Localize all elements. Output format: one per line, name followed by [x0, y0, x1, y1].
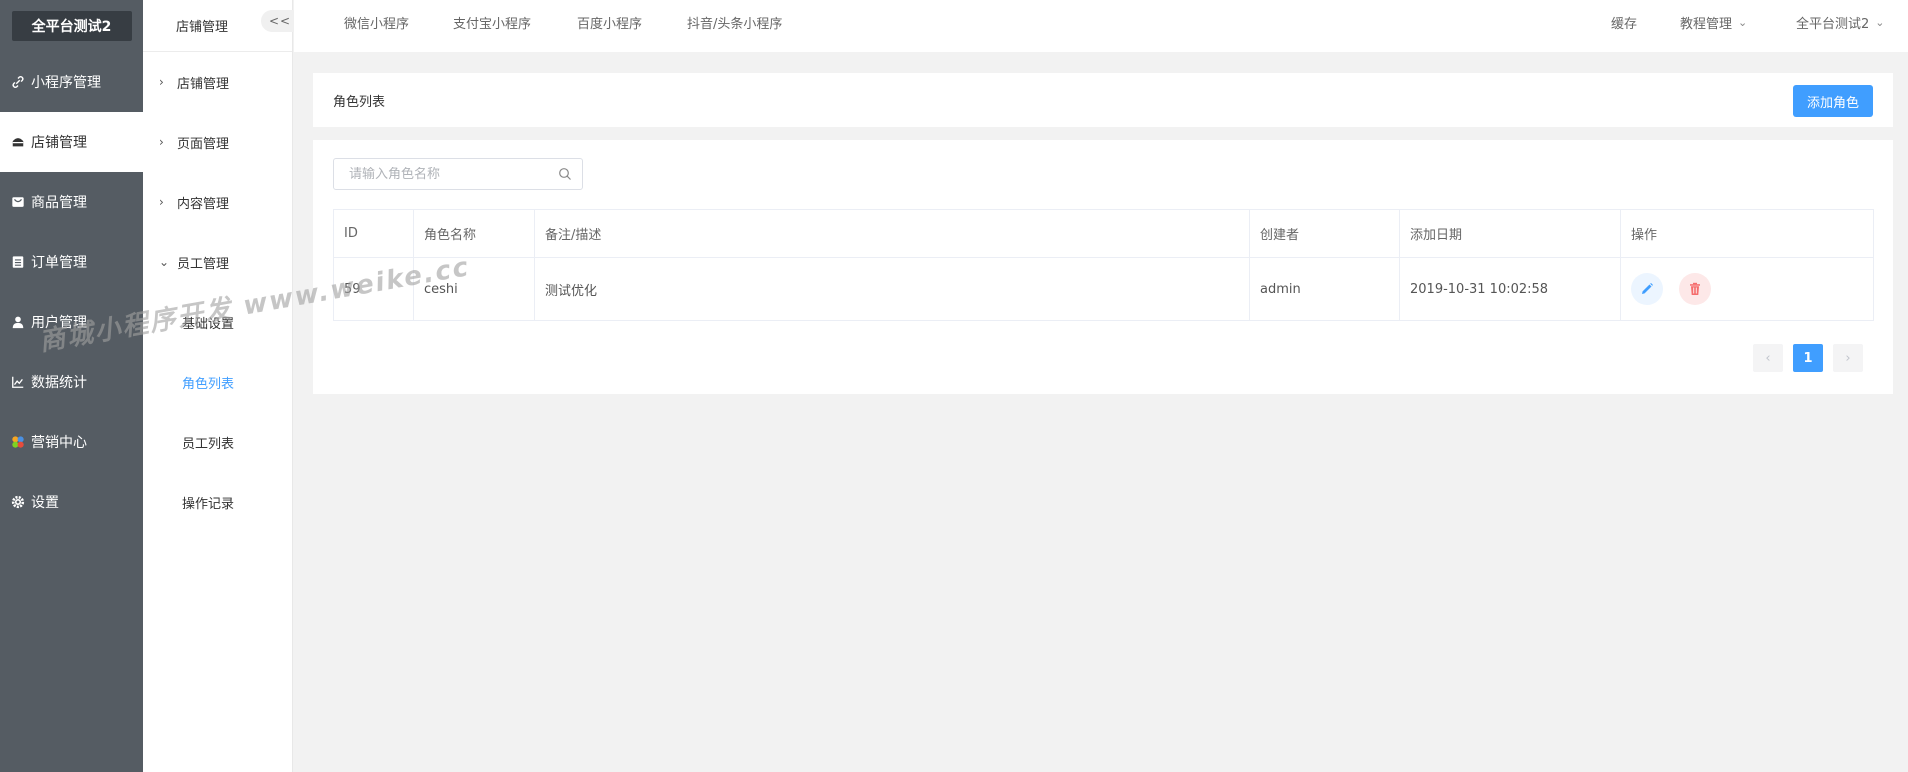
sidebar-item-marketing[interactable]: 营销中心: [0, 412, 143, 472]
secondary-sidebar-header: 店铺管理 <<: [143, 0, 297, 52]
brand-area: 全平台测试2: [0, 0, 143, 52]
tab-baidu[interactable]: 百度小程序: [577, 0, 642, 44]
sidebar-item-label: 小程序管理: [31, 75, 101, 91]
cache-label: 缓存: [1611, 16, 1638, 32]
link-icon: [10, 74, 26, 90]
secondary-sidebar: 店铺管理 << › 店铺管理 › 页面管理 › 内容管理 ⌄ 员工管理 基础设置…: [143, 0, 297, 772]
chevron-right-icon: ›: [159, 195, 164, 209]
cell-date: 2019-10-31 10:02:58: [1399, 257, 1621, 321]
sidebar-item-stats[interactable]: 数据统计: [0, 352, 143, 412]
chevron-right-icon: ›: [159, 75, 164, 89]
chevron-down-icon: ⌄: [1738, 15, 1748, 29]
goods-icon: [10, 194, 26, 210]
subnav-group-store[interactable]: › 店铺管理: [143, 52, 292, 112]
subnav-group-label: 内容管理: [177, 196, 230, 212]
chevron-down-icon: ⌄: [1875, 15, 1885, 29]
subnav-group-pages[interactable]: › 页面管理: [143, 112, 292, 172]
page-number-button[interactable]: 1: [1793, 344, 1823, 372]
role-table: ID 角色名称 备注/描述 创建者 添加日期 操作 59 ceshi 测试优化 …: [333, 209, 1874, 321]
trash-icon: [1690, 282, 1701, 295]
subnav-item-staff-list[interactable]: 员工列表: [143, 412, 292, 472]
sidebar-item-store[interactable]: 店铺管理: [0, 112, 143, 172]
cache-link[interactable]: 缓存: [1611, 0, 1637, 44]
account-menu-label: 全平台测试2: [1796, 16, 1870, 32]
sidebar-item-label: 商品管理: [31, 195, 87, 211]
column-header-id: ID: [333, 209, 414, 258]
search-box: [333, 158, 583, 190]
sidebar-item-miniprogram[interactable]: 小程序管理: [0, 52, 143, 112]
tutorial-menu-label: 教程管理: [1680, 16, 1733, 32]
main-sidebar: 全平台测试2 小程序管理 店铺管理 商品管理 订单管理 用户管理 数据统计 营销…: [0, 0, 143, 772]
role-list-card: ID 角色名称 备注/描述 创建者 添加日期 操作 59 ceshi 测试优化 …: [313, 140, 1893, 394]
sidebar-item-label: 店铺管理: [31, 135, 87, 151]
sidebar-item-label: 营销中心: [31, 435, 87, 451]
cell-actions: [1620, 257, 1874, 321]
secondary-nav-list: › 店铺管理 › 页面管理 › 内容管理 ⌄ 员工管理 基础设置 角色列表 员工…: [143, 52, 292, 532]
pagination: ‹ 1 ›: [1753, 344, 1863, 372]
brand-name[interactable]: 全平台测试2: [11, 11, 132, 41]
chevron-right-icon: ›: [159, 135, 164, 149]
table-header-row: ID 角色名称 备注/描述 创建者 添加日期 操作: [333, 209, 1874, 258]
user-icon: [10, 314, 26, 330]
sidebar-item-label: 用户管理: [31, 315, 87, 331]
sidebar-item-label: 数据统计: [31, 375, 87, 391]
subnav-item-role-list[interactable]: 角色列表: [143, 352, 292, 412]
page-title: 角色列表: [333, 94, 386, 110]
store-icon: [10, 134, 26, 150]
edit-button[interactable]: [1631, 273, 1663, 305]
account-menu[interactable]: 全平台测试2 ⌄: [1796, 0, 1885, 44]
page-header-card: 角色列表 添加角色: [313, 73, 1893, 127]
prev-page-button[interactable]: ‹: [1753, 344, 1783, 372]
subnav-group-staff[interactable]: ⌄ 员工管理: [143, 232, 292, 292]
sidebar-item-settings[interactable]: 设置: [0, 472, 143, 532]
subnav-item-operation-log[interactable]: 操作记录: [143, 472, 292, 532]
sidebar-item-orders[interactable]: 订单管理: [0, 232, 143, 292]
sidebar-item-label: 订单管理: [31, 255, 87, 271]
sidebar-item-goods[interactable]: 商品管理: [0, 172, 143, 232]
search-icon[interactable]: [558, 167, 572, 181]
gear-icon: [10, 494, 26, 510]
collapse-sidebar-button[interactable]: <<: [261, 10, 297, 32]
chevron-down-icon: ⌄: [159, 255, 170, 269]
secondary-sidebar-title: 店铺管理: [176, 20, 229, 35]
role-search-input[interactable]: [349, 166, 549, 182]
add-role-button[interactable]: 添加角色: [1793, 85, 1873, 117]
subnav-group-content[interactable]: › 内容管理: [143, 172, 292, 232]
cell-id: 59: [333, 257, 414, 321]
next-page-button[interactable]: ›: [1833, 344, 1863, 372]
cell-desc: 测试优化: [534, 257, 1250, 321]
cell-name: ceshi: [413, 257, 535, 321]
tab-douyin[interactable]: 抖音/头条小程序: [687, 0, 782, 44]
tutorial-menu[interactable]: 教程管理 ⌄: [1680, 0, 1747, 44]
column-header-date: 添加日期: [1399, 209, 1621, 258]
column-header-actions: 操作: [1620, 209, 1874, 258]
subnav-group-label: 店铺管理: [177, 76, 230, 92]
cell-creator: admin: [1249, 257, 1400, 321]
delete-button[interactable]: [1679, 273, 1712, 305]
column-header-name: 角色名称: [413, 209, 535, 258]
marketing-icon: [10, 434, 26, 450]
subnav-group-label: 页面管理: [177, 136, 230, 152]
tab-wechat[interactable]: 微信小程序: [344, 0, 409, 44]
chart-icon: [10, 374, 26, 390]
subnav-item-basic-settings[interactable]: 基础设置: [143, 292, 292, 352]
column-header-desc: 备注/描述: [534, 209, 1250, 258]
order-icon: [10, 254, 26, 270]
subnav-group-label: 员工管理: [177, 256, 230, 272]
sidebar-item-label: 设置: [31, 495, 59, 511]
sidebar-item-users[interactable]: 用户管理: [0, 292, 143, 352]
column-header-creator: 创建者: [1249, 209, 1400, 258]
top-bar: 微信小程序 支付宝小程序 百度小程序 抖音/头条小程序 缓存 教程管理 ⌄ 全平…: [294, 0, 1908, 52]
table-row: 59 ceshi 测试优化 admin 2019-10-31 10:02:58: [333, 257, 1874, 321]
pencil-icon: [1642, 283, 1653, 294]
tab-alipay[interactable]: 支付宝小程序: [453, 0, 531, 44]
